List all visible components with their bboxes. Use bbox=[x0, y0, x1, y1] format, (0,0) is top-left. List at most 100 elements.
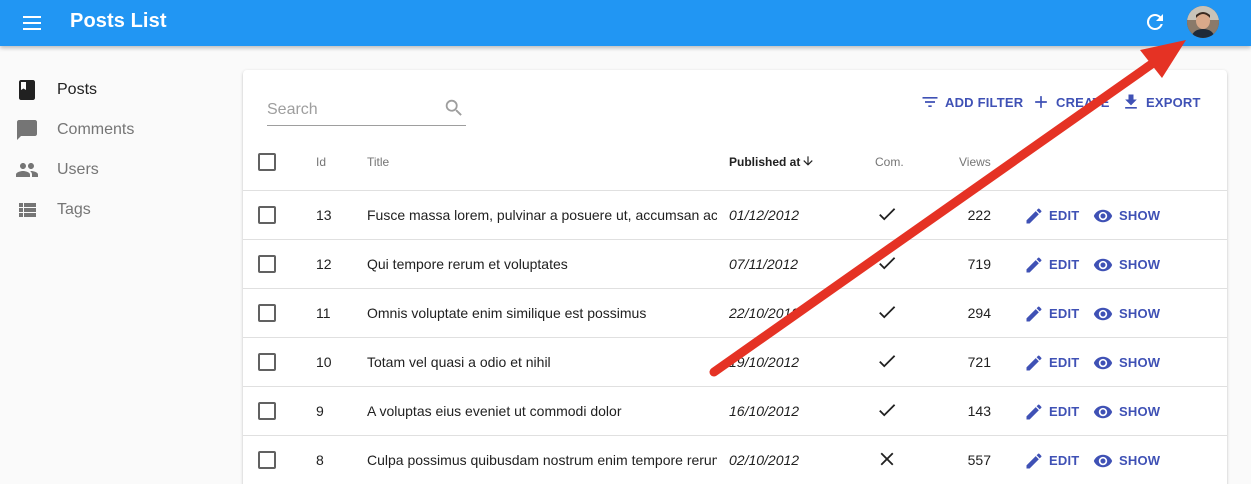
add-filter-label: ADD FILTER bbox=[945, 95, 1024, 110]
cell-published-at: 02/10/2012 bbox=[729, 452, 800, 468]
cell-title: A voluptas eius eveniet ut commodi dolor bbox=[367, 403, 622, 419]
create-label: CREATE bbox=[1056, 95, 1110, 110]
edit-button[interactable]: EDIT bbox=[1024, 449, 1082, 471]
show-button[interactable]: SHOW bbox=[1093, 449, 1163, 471]
cell-published-at: 01/12/2012 bbox=[729, 207, 800, 223]
eye-icon bbox=[1093, 206, 1113, 226]
cell-views: 721 bbox=[967, 354, 991, 370]
show-button[interactable]: SHOW bbox=[1093, 400, 1163, 422]
sidebar-item-label: Posts bbox=[57, 81, 98, 98]
refresh-icon[interactable] bbox=[1143, 10, 1167, 34]
edit-button[interactable]: EDIT bbox=[1024, 253, 1082, 275]
row-checkbox[interactable] bbox=[258, 402, 276, 420]
column-header-comments[interactable]: Com. bbox=[875, 155, 904, 169]
show-button[interactable]: SHOW bbox=[1093, 204, 1163, 226]
menu-icon[interactable] bbox=[21, 12, 47, 34]
check-icon bbox=[876, 350, 898, 372]
search-field bbox=[267, 96, 466, 126]
add-filter-button[interactable]: ADD FILTER bbox=[920, 90, 1024, 114]
sidebar-item-comments[interactable]: Comments bbox=[0, 110, 230, 150]
cell-id: 11 bbox=[316, 305, 331, 321]
row-checkbox[interactable] bbox=[258, 451, 276, 469]
export-button[interactable]: EXPORT bbox=[1121, 90, 1201, 114]
edit-icon bbox=[1024, 304, 1044, 324]
sidebar-item-users[interactable]: Users bbox=[0, 150, 230, 190]
export-label: EXPORT bbox=[1146, 95, 1201, 110]
cell-views: 222 bbox=[967, 207, 991, 223]
check-icon bbox=[876, 399, 898, 421]
cell-title: Omnis voluptate enim similique est possi… bbox=[367, 305, 647, 321]
people-icon bbox=[15, 158, 39, 182]
sidebar-item-label: Comments bbox=[57, 121, 135, 138]
row-checkbox[interactable] bbox=[258, 353, 276, 371]
edit-icon bbox=[1024, 206, 1044, 226]
table-row[interactable]: 9 A voluptas eius eveniet ut commodi dolo… bbox=[243, 387, 1227, 436]
row-checkbox[interactable] bbox=[258, 304, 276, 322]
check-icon bbox=[876, 203, 898, 225]
plus-icon bbox=[1031, 90, 1051, 114]
table-row[interactable]: 11 Omnis voluptate enim similique est pos… bbox=[243, 289, 1227, 338]
cell-id: 12 bbox=[316, 256, 332, 272]
show-button[interactable]: SHOW bbox=[1093, 253, 1163, 275]
edit-label: EDIT bbox=[1049, 453, 1080, 468]
column-header-id[interactable]: Id bbox=[316, 155, 326, 169]
edit-button[interactable]: EDIT bbox=[1024, 351, 1082, 373]
cell-published-at: 16/10/2012 bbox=[729, 403, 800, 419]
select-all-checkbox[interactable] bbox=[258, 153, 276, 171]
sidebar-item-tags[interactable]: Tags bbox=[0, 190, 230, 230]
eye-icon bbox=[1093, 304, 1113, 324]
sidebar-item-posts[interactable]: Posts bbox=[0, 70, 230, 110]
check-icon bbox=[876, 252, 898, 274]
cell-views: 143 bbox=[967, 403, 991, 419]
comment-icon bbox=[15, 118, 39, 142]
eye-icon bbox=[1093, 451, 1113, 471]
show-label: SHOW bbox=[1119, 257, 1161, 272]
arrow-down-icon[interactable] bbox=[801, 152, 815, 170]
create-button[interactable]: CREATE bbox=[1031, 90, 1111, 114]
edit-label: EDIT bbox=[1049, 355, 1080, 370]
show-label: SHOW bbox=[1119, 355, 1161, 370]
check-icon bbox=[876, 301, 898, 323]
table-header: Id Title Published at Com. Views bbox=[243, 140, 1227, 191]
close-icon bbox=[876, 448, 898, 470]
cell-title: Qui tempore rerum et voluptates bbox=[367, 256, 568, 272]
column-header-title[interactable]: Title bbox=[367, 155, 389, 169]
row-checkbox[interactable] bbox=[258, 206, 276, 224]
show-button[interactable]: SHOW bbox=[1093, 302, 1163, 324]
edit-icon bbox=[1024, 451, 1044, 471]
download-icon bbox=[1121, 90, 1141, 114]
search-input[interactable] bbox=[267, 98, 437, 122]
show-label: SHOW bbox=[1119, 208, 1161, 223]
edit-label: EDIT bbox=[1049, 306, 1080, 321]
column-header-views[interactable]: Views bbox=[959, 155, 991, 169]
edit-label: EDIT bbox=[1049, 404, 1080, 419]
show-label: SHOW bbox=[1119, 404, 1161, 419]
edit-icon bbox=[1024, 402, 1044, 422]
search-icon bbox=[443, 97, 465, 119]
cell-title: Fusce massa lorem, pulvinar a posuere ut… bbox=[367, 207, 717, 223]
eye-icon bbox=[1093, 402, 1113, 422]
row-checkbox[interactable] bbox=[258, 255, 276, 273]
table-row[interactable]: 13 Fusce massa lorem, pulvinar a posuere … bbox=[243, 191, 1227, 240]
user-avatar[interactable] bbox=[1187, 6, 1219, 38]
cell-title: Totam vel quasi a odio et nihil bbox=[367, 354, 551, 370]
filter-icon bbox=[920, 90, 940, 114]
edit-button[interactable]: EDIT bbox=[1024, 302, 1082, 324]
app-bar: Posts List bbox=[0, 0, 1251, 46]
cell-id: 10 bbox=[316, 354, 332, 370]
table-row[interactable]: 10 Totam vel quasi a odio et nihil 19/10/2… bbox=[243, 338, 1227, 387]
edit-button[interactable]: EDIT bbox=[1024, 400, 1082, 422]
eye-icon bbox=[1093, 255, 1113, 275]
show-button[interactable]: SHOW bbox=[1093, 351, 1163, 373]
page-title: Posts List bbox=[70, 10, 167, 32]
edit-button[interactable]: EDIT bbox=[1024, 204, 1082, 226]
cell-title: Culpa possimus quibusdam nostrum enim te… bbox=[367, 452, 717, 468]
table-row[interactable]: 12 Qui tempore rerum et voluptates 07/11/2… bbox=[243, 240, 1227, 289]
sidebar-item-label: Users bbox=[57, 161, 99, 178]
table-row[interactable]: 8 Culpa possimus quibusdam nostrum enim t… bbox=[243, 436, 1227, 484]
show-label: SHOW bbox=[1119, 453, 1161, 468]
column-header-published-at[interactable]: Published at bbox=[729, 155, 800, 169]
sidebar-item-label: Tags bbox=[57, 201, 91, 218]
cell-id: 13 bbox=[316, 207, 332, 223]
cell-published-at: 07/11/2012 bbox=[729, 256, 799, 272]
